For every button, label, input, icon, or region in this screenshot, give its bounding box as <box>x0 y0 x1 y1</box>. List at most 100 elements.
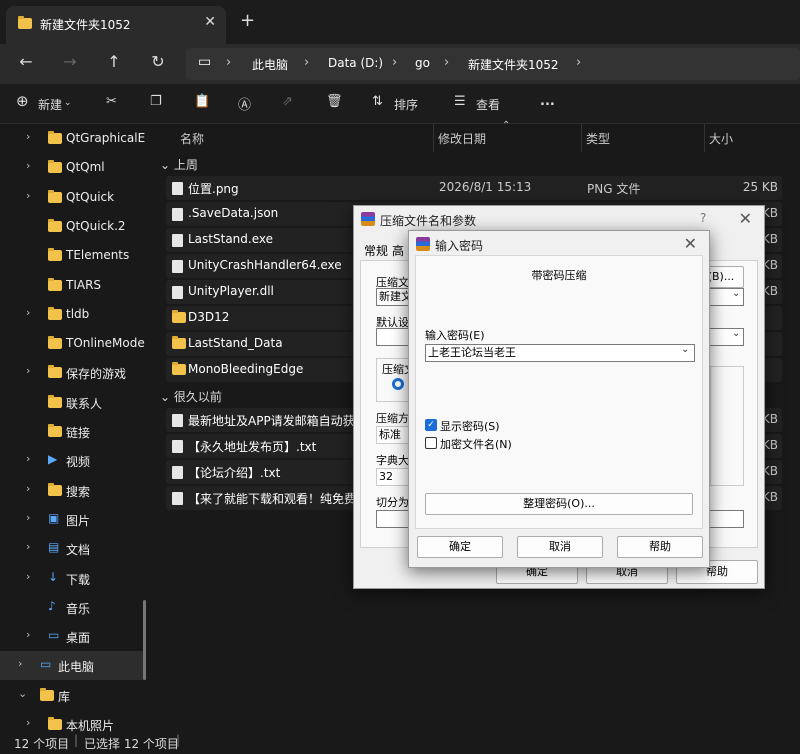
address-bar[interactable]: ▭ › 此电脑 › Data (D:) › go › 新建文件夹1052 › <box>186 48 800 80</box>
file-name: LastStand.exe <box>188 232 273 246</box>
show-password-checkbox[interactable]: ✓ <box>425 419 437 431</box>
encrypt-filenames-checkbox[interactable] <box>425 437 437 449</box>
share-icon[interactable]: ⇗ <box>282 94 293 109</box>
column-header-size[interactable]: 大小 <box>709 130 733 147</box>
chevron-right-icon[interactable]: › <box>18 657 22 670</box>
column-header-name[interactable]: 名称 <box>180 130 204 147</box>
file-name: D3D12 <box>188 310 230 324</box>
view-icon[interactable]: ☰ <box>454 94 466 109</box>
sidebar-item[interactable]: › ▶ 视频 <box>0 446 146 475</box>
sidebar-item-label: TElements <box>66 248 130 263</box>
rename-icon[interactable]: Ⓐ <box>238 94 251 113</box>
cut-icon[interactable]: ✂ <box>106 94 117 109</box>
chevron-down-icon: ⌄ <box>64 98 72 108</box>
breadcrumb-data-d[interactable]: Data (D:) <box>328 56 383 70</box>
column-header-date[interactable]: 修改日期 <box>438 130 486 147</box>
forward-button[interactable]: → <box>58 52 82 71</box>
music-icon: ♪ <box>48 598 56 613</box>
copy-icon[interactable]: ❐ <box>150 94 162 109</box>
up-button[interactable]: ↑ <box>102 52 126 71</box>
chevron-right-icon[interactable]: › <box>26 364 30 377</box>
file-icon <box>172 492 183 508</box>
sidebar-item[interactable]: › ↓ 下载 <box>0 564 146 593</box>
group-header-old[interactable]: ⌄ 很久以前 <box>160 388 222 405</box>
sidebar-item[interactable]: › QtQml <box>0 153 146 182</box>
sidebar-item[interactable]: › 保存的游戏 <box>0 358 146 387</box>
chevron-right-icon[interactable]: › <box>26 540 30 553</box>
chevron-right-icon[interactable]: › <box>26 130 30 143</box>
organize-passwords-button[interactable]: 整理密码(O)... <box>425 493 693 515</box>
cancel-button[interactable]: 取消 <box>517 536 603 558</box>
column-divider[interactable] <box>704 124 705 152</box>
column-divider[interactable] <box>433 124 434 152</box>
column-divider[interactable] <box>581 124 582 152</box>
chevron-right-icon[interactable]: › <box>26 716 30 729</box>
chevron-right-icon[interactable]: › <box>26 570 30 583</box>
delete-icon[interactable]: 🗑 <box>326 94 343 109</box>
chevron-right-icon[interactable]: › <box>26 189 30 202</box>
folder-icon <box>48 248 62 264</box>
sidebar-item[interactable]: QtQuick.2 <box>0 212 146 241</box>
close-tab-icon[interactable]: ✕ <box>204 14 216 30</box>
sort-icon[interactable]: ⇅ <box>372 94 383 109</box>
tab-active[interactable]: 新建文件夹1052 ✕ <box>6 6 226 44</box>
paste-icon[interactable]: 📋 <box>194 94 210 109</box>
sidebar-item[interactable]: › ▭ 此电脑 <box>0 651 146 681</box>
password-input[interactable]: 上老王论坛当老王 <box>425 344 695 362</box>
password-label: 输入密码(E) <box>425 329 485 342</box>
chevron-right-icon[interactable]: › <box>26 628 30 641</box>
more-options-button[interactable]: ... <box>540 94 555 109</box>
sidebar-item[interactable]: TElements <box>0 241 146 270</box>
dialog-title: 输入密码 <box>435 239 484 253</box>
chevron-right-icon[interactable]: › <box>26 482 30 495</box>
tab-general[interactable]: 常规 <box>364 242 388 259</box>
sort-button[interactable]: 排序 <box>394 96 418 113</box>
chevron-right-icon[interactable]: › <box>26 452 30 465</box>
back-button[interactable]: ← <box>14 52 38 71</box>
tab-advanced[interactable]: 高 <box>392 242 404 259</box>
sidebar-item[interactable]: › ▭ 桌面 <box>0 622 146 651</box>
ok-button[interactable]: 确定 <box>417 536 503 558</box>
sidebar-item[interactable]: › 搜索 <box>0 476 146 505</box>
folder-icon <box>48 277 62 294</box>
table-row[interactable]: 位置.png 2026/8/1 15:13 PNG 文件 25 KB <box>166 176 782 200</box>
view-button[interactable]: 查看 <box>476 96 500 113</box>
group-header-recent[interactable]: ⌄ 上周 <box>160 156 198 173</box>
plus-circle-icon[interactable]: ⊕ <box>16 92 29 110</box>
new-tab-button[interactable]: + <box>240 10 255 31</box>
sidebar-item[interactable]: 联系人 <box>0 388 146 417</box>
chevron-right-icon[interactable]: › <box>26 511 30 524</box>
sidebar-item[interactable]: › 本机照片 <box>0 710 146 732</box>
sidebar-item[interactable]: ⌄ 库 <box>0 681 146 710</box>
new-button[interactable]: 新建 <box>38 96 62 113</box>
folder-icon <box>172 310 186 326</box>
close-icon[interactable]: ✕ <box>739 209 752 228</box>
sidebar-item[interactable]: › ▣ 图片 <box>0 505 146 534</box>
folder-icon <box>172 336 186 352</box>
sidebar-item[interactable]: TOnlineMode <box>0 329 146 358</box>
close-icon[interactable]: ✕ <box>684 234 697 253</box>
sidebar-item[interactable]: › QtQuick <box>0 183 146 212</box>
breadcrumb-this-pc[interactable]: 此电脑 <box>252 56 288 73</box>
sidebar-scrollbar[interactable] <box>143 600 146 680</box>
sidebar-item-label: TOnlineMode <box>66 336 145 351</box>
help-button[interactable]: 帮助 <box>617 536 703 558</box>
sidebar-item[interactable]: 链接 <box>0 417 146 446</box>
folder-icon <box>48 717 62 732</box>
chevron-down-icon[interactable]: ⌄ <box>18 687 27 700</box>
sidebar-item[interactable]: TIARS <box>0 271 146 300</box>
breadcrumb-go[interactable]: go <box>415 56 430 70</box>
breadcrumb-current-folder[interactable]: 新建文件夹1052 <box>468 56 559 73</box>
sidebar-item[interactable]: › tldb <box>0 300 146 329</box>
column-header-type[interactable]: 类型 <box>586 130 610 147</box>
chevron-right-icon[interactable]: › <box>26 159 30 172</box>
rar-format-radio[interactable] <box>392 378 404 390</box>
download-icon: ↓ <box>48 569 59 584</box>
sidebar-item[interactable]: ♪ 音乐 <box>0 593 146 622</box>
sidebar-item[interactable]: › ▤ 文档 <box>0 534 146 563</box>
sidebar-item[interactable]: › QtGraphicalE <box>0 124 146 153</box>
refresh-button[interactable]: ↻ <box>146 52 170 71</box>
help-icon[interactable]: ? <box>700 211 706 225</box>
chevron-right-icon[interactable]: › <box>26 306 30 319</box>
selected-count: 已选择 12 个项目 <box>84 737 179 751</box>
